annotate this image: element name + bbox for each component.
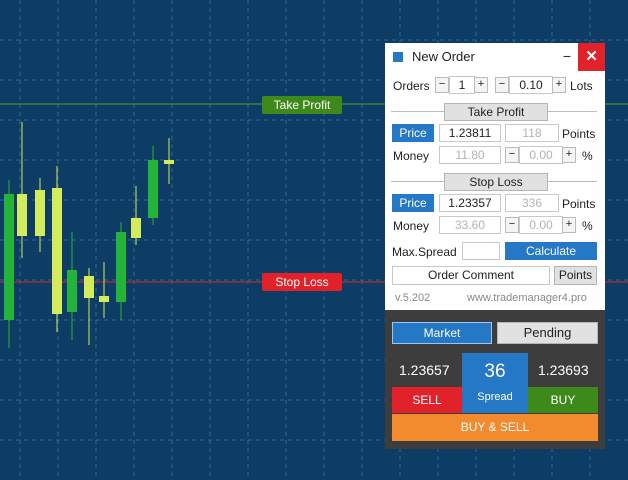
candle-body: [131, 218, 141, 238]
pending-tab[interactable]: Pending: [497, 322, 598, 344]
stop-loss-percent-input[interactable]: 0.00: [519, 216, 563, 234]
stop-loss-points-label: Points: [562, 197, 596, 211]
candle-body: [99, 296, 109, 302]
ask-price: 1.23693: [538, 362, 589, 378]
stop-loss-percent-label: %: [582, 219, 593, 233]
version-text: v.5.202: [395, 292, 431, 304]
take-profit-chart-label[interactable]: Take Profit: [262, 96, 342, 114]
orders-label: Orders: [393, 79, 430, 93]
take-profit-money-input[interactable]: 11.80: [439, 146, 501, 164]
bid-price: 1.23657: [399, 362, 450, 378]
points-toggle-button[interactable]: Points: [554, 266, 597, 285]
candle-body: [4, 194, 14, 320]
take-profit-price-mode-button[interactable]: Price: [392, 124, 434, 142]
candle-body: [148, 160, 158, 218]
lots-increment-button[interactable]: +: [552, 77, 566, 93]
buy-and-sell-button[interactable]: BUY & SELL: [392, 414, 598, 441]
panel-title: New Order: [412, 49, 475, 64]
candle-body: [84, 276, 94, 298]
sell-button[interactable]: SELL: [392, 387, 462, 413]
orders-decrement-button[interactable]: −: [435, 77, 449, 93]
trade-footer: Market Pending 1.23657 1.23693 36 Spread…: [385, 310, 605, 449]
spread-label: Spread: [477, 391, 513, 403]
close-button[interactable]: ✕: [578, 43, 605, 71]
candle-body: [116, 232, 126, 302]
stop-loss-money-input[interactable]: 33.60: [439, 216, 501, 234]
stop-loss-money-label: Money: [393, 219, 430, 233]
lots-decrement-button[interactable]: −: [495, 77, 509, 93]
max-spread-label: Max.Spread: [392, 245, 457, 259]
orders-increment-button[interactable]: +: [474, 77, 488, 93]
take-profit-percent-label: %: [582, 149, 593, 163]
orders-input[interactable]: 1: [449, 76, 475, 94]
calculate-button[interactable]: Calculate: [505, 242, 597, 260]
take-profit-percent-input[interactable]: 0.00: [519, 146, 563, 164]
stop-loss-points-input[interactable]: 336: [505, 194, 559, 212]
order-comment-input[interactable]: Order Comment: [392, 266, 550, 285]
minimize-button[interactable]: −: [557, 45, 577, 67]
new-order-panel: New Order − ✕ Orders − 1 + − 0.10 + Lots…: [385, 43, 605, 449]
buy-button[interactable]: BUY: [528, 387, 598, 413]
app-icon: [393, 52, 403, 62]
website-link[interactable]: www.trademanager4.pro: [467, 290, 587, 306]
take-profit-points-label: Points: [562, 127, 596, 141]
panel-titlebar[interactable]: New Order − ✕: [385, 43, 605, 71]
lots-input[interactable]: 0.10: [509, 76, 553, 94]
stop-loss-price-input[interactable]: 1.23357: [439, 194, 501, 212]
take-profit-header[interactable]: Take Profit: [444, 103, 548, 121]
candle-body: [35, 190, 45, 236]
stop-loss-percent-increment-button[interactable]: +: [562, 217, 576, 233]
candle-body: [67, 270, 77, 312]
stop-loss-price-mode-button[interactable]: Price: [392, 194, 434, 212]
stop-loss-header[interactable]: Stop Loss: [444, 173, 548, 191]
max-spread-input[interactable]: [462, 242, 500, 260]
stop-loss-percent-decrement-button[interactable]: −: [505, 217, 519, 233]
spread-value: 36: [484, 361, 506, 382]
candle-body: [164, 160, 174, 164]
take-profit-money-label: Money: [393, 149, 430, 163]
take-profit-percent-decrement-button[interactable]: −: [505, 147, 519, 163]
stop-loss-chart-label[interactable]: Stop Loss: [262, 273, 342, 291]
candle-body: [52, 188, 62, 314]
take-profit-percent-increment-button[interactable]: +: [562, 147, 576, 163]
candle-body: [17, 194, 27, 236]
spread-box: 36 Spread: [462, 353, 528, 413]
market-tab[interactable]: Market: [392, 322, 492, 344]
take-profit-points-input[interactable]: 118: [505, 124, 559, 142]
lots-label: Lots: [570, 79, 593, 93]
take-profit-price-input[interactable]: 1.23811: [439, 124, 501, 142]
